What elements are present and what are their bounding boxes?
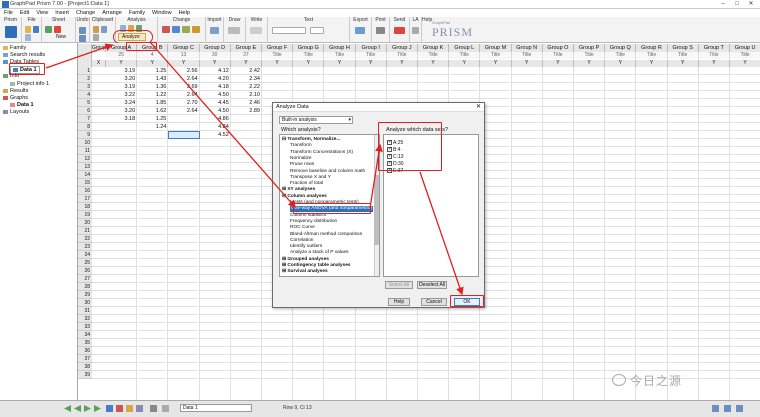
row-col-indicator: Row 9, Ci 13 bbox=[283, 405, 312, 411]
next-sheet-icon[interactable] bbox=[84, 405, 91, 412]
first-sheet-icon[interactable] bbox=[64, 405, 71, 412]
sheet-selector[interactable]: Data 1 bbox=[180, 404, 252, 412]
arrow-datasets-to-ok bbox=[419, 171, 464, 296]
sheet-list-icon[interactable] bbox=[106, 405, 113, 412]
watermark-text: 今日之源 bbox=[630, 374, 683, 388]
arrow-analyze-to-anova bbox=[149, 41, 296, 208]
arrow-data1-to-analyze bbox=[45, 43, 114, 69]
view-toggle-icon[interactable] bbox=[712, 405, 719, 412]
status-bar bbox=[0, 400, 760, 417]
annotation-arrows bbox=[45, 41, 464, 296]
graph-icon[interactable] bbox=[116, 405, 123, 412]
results-icon[interactable] bbox=[126, 405, 133, 412]
wechat-icon bbox=[612, 374, 626, 386]
arrow-anova-to-datasets bbox=[369, 143, 383, 209]
zoom-icon[interactable] bbox=[162, 405, 169, 412]
layout-icon[interactable] bbox=[136, 405, 143, 412]
prev-sheet-icon[interactable] bbox=[74, 405, 81, 412]
view-toggle-2-icon[interactable] bbox=[724, 405, 731, 412]
last-sheet-icon[interactable] bbox=[94, 405, 101, 412]
view-toggle-3-icon[interactable] bbox=[736, 405, 743, 412]
notes-icon[interactable] bbox=[150, 405, 157, 412]
